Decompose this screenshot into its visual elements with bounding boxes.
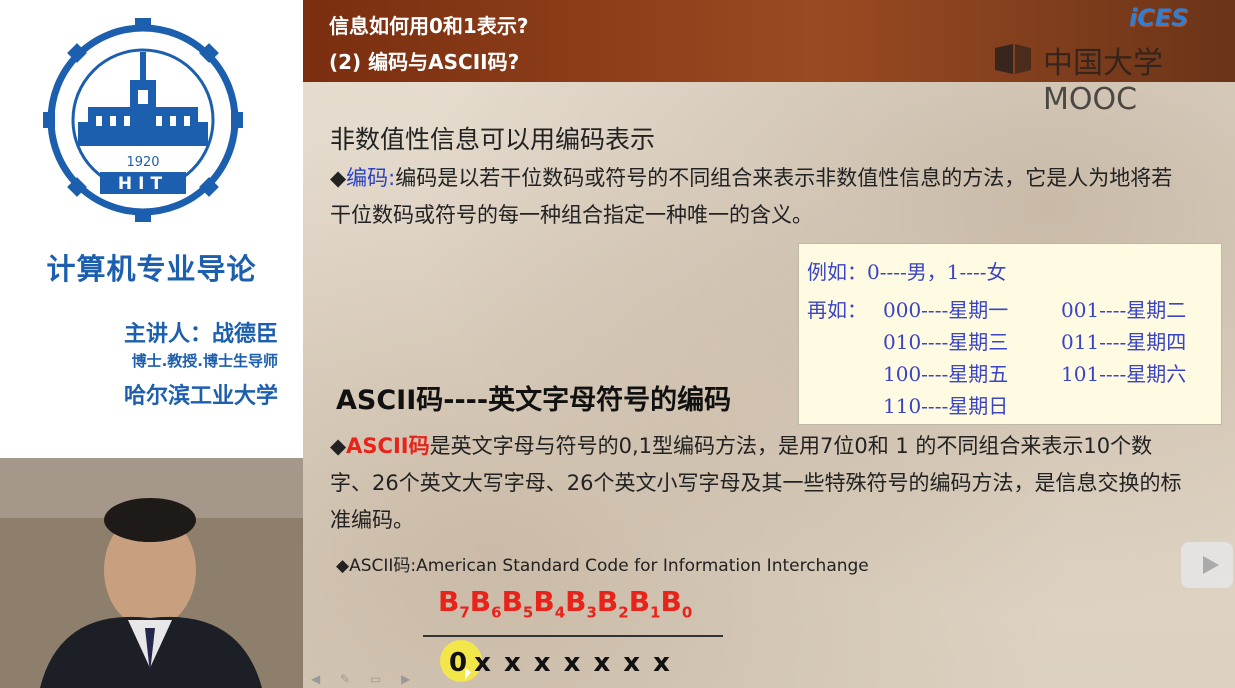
slide-header-line2: (2) 编码与ASCII码? <box>329 50 520 74</box>
bit-label: B1 <box>628 585 661 622</box>
bit-label: B0 <box>660 585 693 622</box>
mooc-book-icon <box>995 44 1031 74</box>
play-button[interactable] <box>1181 542 1233 588</box>
bit-label: B5 <box>501 585 534 622</box>
left-panel: 1920 HIT 计算机专业导论 主讲人：战德臣 博士.教授.博士生导师 哈尔滨… <box>0 0 303 688</box>
ascii-term: ASCII码 <box>346 434 430 458</box>
example-box: 例如：0----男，1----女 再如： 000----星期一 001----星… <box>798 243 1222 425</box>
lecturer-video-frame <box>0 458 303 688</box>
ascii-definition: ◆ASCII码是英文字母与符号的0,1型编码方法，是用7位0和 1 的不同组合来… <box>330 428 1190 539</box>
university-name: 哈尔滨工业大学 <box>123 384 278 409</box>
example-label2: 再如： <box>807 298 867 322</box>
course-title: 计算机专业导论 <box>46 252 257 286</box>
logo-year: 1920 <box>126 155 159 170</box>
ascii-text: 是英文字母与符号的0,1型编码方法，是用7位0和 1 的不同组合来表示10个数字… <box>330 434 1182 532</box>
bullet: ◆ <box>330 166 347 190</box>
bit-label: B2 <box>596 585 629 622</box>
lecturer-title: 博士.教授.博士生导师 <box>131 352 278 370</box>
example-item: 101----星期六 <box>1061 362 1187 386</box>
lecturer-name: 主讲人：战德臣 <box>123 322 278 347</box>
logo-abbrev: HIT <box>118 174 168 194</box>
bit-labels: B7B6B5B4B3B2B1B0 <box>438 585 692 622</box>
bit-label: B3 <box>565 585 597 622</box>
slide: 信息如何用0和1表示? (2) 编码与ASCII码? iCES 中国大学MOOC… <box>303 0 1235 688</box>
x-bits: 0 x x x x x x x <box>474 648 672 678</box>
ices-logo: iCES <box>1129 4 1189 32</box>
hit-logo: 1920 HIT <box>43 18 243 222</box>
bit-label: B4 <box>533 585 566 622</box>
example-line1: 例如：0----男，1----女 <box>807 260 1007 284</box>
ascii-fullname: ◆ASCII码:American Standard Code for Infor… <box>336 556 869 576</box>
example-item: 001----星期二 <box>1061 298 1187 322</box>
slide-header-line1: 信息如何用0和1表示? <box>329 14 529 38</box>
example-item: 100----星期五 <box>883 362 1009 386</box>
play-icon <box>1203 556 1219 574</box>
encoding-term: 编码: <box>346 166 396 190</box>
example-item: 110----星期日 <box>883 394 1009 418</box>
example-item: 000----星期一 <box>883 298 1009 322</box>
encoding-definition: ◆编码:编码是以若干位数码或符号的不同组合来表示非数值性信息的方法，它是人为地将… <box>330 160 1190 234</box>
divider-line <box>423 635 723 637</box>
slide-nav-controls[interactable]: ◀ ✎ ▭ ▶ <box>311 672 418 686</box>
bit-label: B7 <box>438 585 470 622</box>
example-item: 011----星期四 <box>1061 330 1187 354</box>
example-item: 010----星期三 <box>883 330 1009 354</box>
bit-label: B6 <box>469 585 502 622</box>
slide-header: 信息如何用0和1表示? (2) 编码与ASCII码? iCES 中国大学MOOC <box>303 0 1235 117</box>
heading-noncode-info: 非数值性信息可以用编码表示 <box>330 125 656 154</box>
bullet: ◆ <box>330 434 347 458</box>
encoding-text: 编码是以若干位数码或符号的不同组合来表示非数值性信息的方法，它是人为地将若干位数… <box>330 166 1173 227</box>
mouse-cursor-icon <box>465 668 471 680</box>
mooc-logo: 中国大学MOOC <box>1043 46 1163 117</box>
heading-ascii: ASCII码----英文字母符号的编码 <box>336 385 732 416</box>
lecturer-video <box>0 458 303 688</box>
